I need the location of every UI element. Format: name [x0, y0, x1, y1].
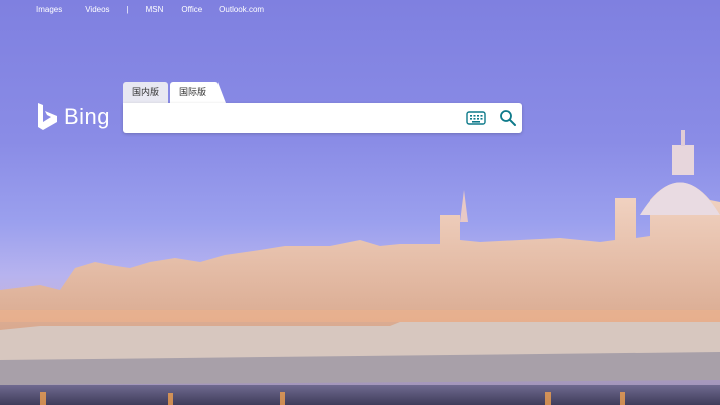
top-nav: Images Videos | MSN Office Outlook.com	[36, 5, 264, 14]
background-cityscape	[0, 130, 720, 405]
logo-text: Bing	[64, 104, 111, 129]
search-box	[123, 103, 522, 133]
nav-separator: |	[126, 5, 129, 14]
keyboard-icon[interactable]	[466, 110, 486, 126]
tab-domestic[interactable]: 国内版	[123, 82, 169, 103]
bing-logo-icon	[38, 103, 57, 130]
nav-outlook-link[interactable]: Outlook.com	[219, 5, 264, 14]
nav-images-link[interactable]: Images	[36, 5, 62, 14]
search-scope-tabs: 国内版 国际版	[123, 82, 227, 103]
bing-logo[interactable]: Bing	[37, 103, 110, 131]
nav-videos-link[interactable]: Videos	[85, 5, 109, 14]
search-input[interactable]	[131, 109, 455, 129]
tab-international[interactable]: 国际版	[170, 82, 227, 103]
nav-office-link[interactable]: Office	[181, 5, 202, 14]
search-icon[interactable]	[499, 109, 517, 127]
nav-msn-link[interactable]: MSN	[146, 5, 164, 14]
